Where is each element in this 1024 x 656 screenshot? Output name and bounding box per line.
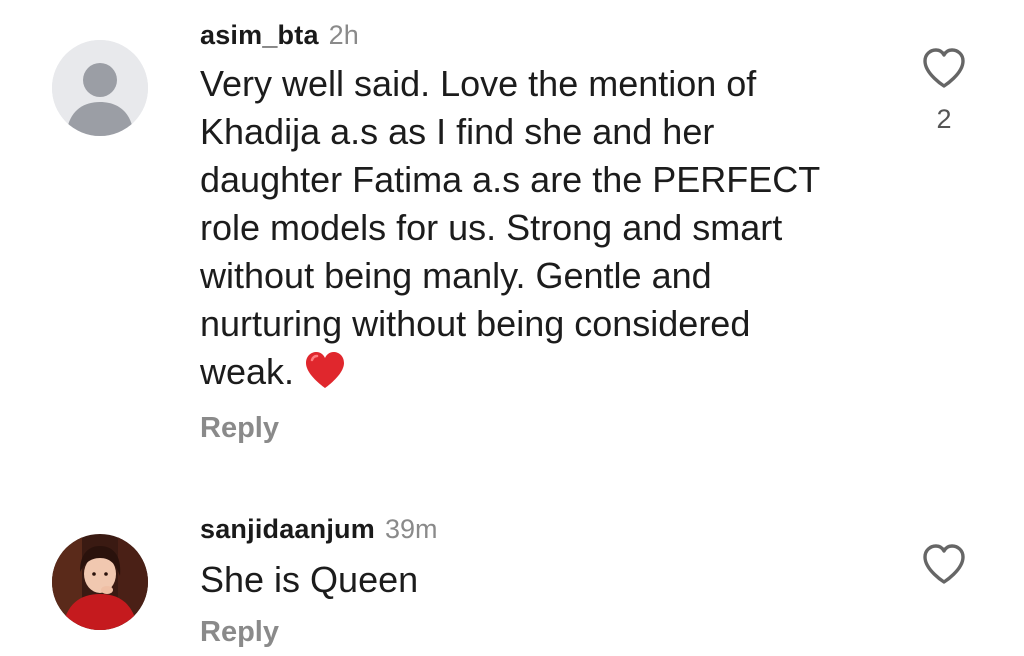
comment-body: Very well said. Love the mention of Khad… [200,63,820,392]
comment-meta: asim_bta 2h [200,18,359,52]
like-button[interactable] [920,542,968,586]
like-button[interactable] [920,46,968,90]
timestamp: 39m [384,514,438,544]
comment-item: asim_bta 2h Very well said. Love the ment… [0,0,1024,480]
reply-button[interactable]: Reply [200,614,279,650]
heart-outline-icon [923,48,965,88]
red-heart-emoji-icon [304,350,346,402]
avatar[interactable] [52,40,148,136]
comment-item: sanjidaanjum 39m She is Queen Reply [0,500,1024,656]
heart-outline-icon [923,544,965,584]
default-user-icon [52,40,148,136]
comment-text: Very well said. Love the mention of Khad… [200,60,840,402]
reply-button[interactable]: Reply [200,410,279,446]
timestamp: 2h [328,20,359,50]
username[interactable]: sanjidaanjum [200,514,375,544]
comment-meta: sanjidaanjum 39m [200,512,437,546]
username[interactable]: asim_bta [200,20,319,50]
avatar[interactable] [52,534,148,630]
comment-body: She is Queen [200,559,419,600]
like-count: 2 [936,104,952,134]
comment-text: She is Queen [200,556,840,604]
user-photo-avatar [52,534,148,630]
